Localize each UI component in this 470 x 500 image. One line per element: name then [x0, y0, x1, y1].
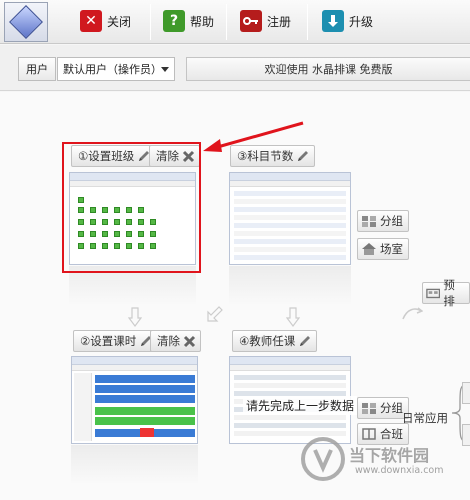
- preview-titlebar: [72, 357, 197, 365]
- group-icon: [362, 216, 376, 227]
- schedule-row: [95, 395, 195, 403]
- register-label: 注册: [267, 14, 292, 29]
- upgrade-button[interactable]: 升级: [322, 8, 373, 34]
- clear-x-icon: [183, 335, 196, 347]
- pencil-icon: [298, 151, 309, 161]
- table-row: [234, 247, 346, 252]
- watermark-url: www.downxia.com: [355, 465, 444, 476]
- toolbar-divider: [150, 4, 151, 40]
- user-label: 用户: [18, 57, 56, 81]
- schedule-row: [95, 407, 195, 415]
- house-icon: [362, 243, 376, 255]
- preview-titlebar: [230, 173, 350, 181]
- table-row: [234, 383, 346, 388]
- down-arrow-icon: [286, 307, 300, 327]
- help-button[interactable]: ? 帮助: [163, 8, 214, 34]
- schedule-row: [95, 417, 195, 425]
- upgrade-label: 升级: [349, 14, 374, 29]
- watermark-logo-icon: [301, 437, 345, 481]
- chevron-down-icon: [161, 67, 169, 72]
- swirl-arrow-icon: [402, 307, 423, 320]
- diagonal-arrow-icon: [207, 306, 223, 322]
- table-row: [234, 199, 346, 204]
- highlight-box: [62, 142, 201, 273]
- close-label: 关闭: [107, 14, 132, 29]
- user-select-value: 默认用户（操作员）: [63, 63, 162, 76]
- room-button[interactable]: 场室: [357, 238, 409, 260]
- table-row: [234, 423, 346, 428]
- group-icon: [362, 403, 376, 414]
- group-label: 分组: [380, 401, 403, 415]
- daily-option-button[interactable]: [462, 424, 470, 446]
- schedule-row: [95, 385, 195, 393]
- crystal-icon: [9, 5, 43, 39]
- set-hours-button[interactable]: ②设置课时: [73, 330, 159, 352]
- table-row: [234, 223, 346, 228]
- table-row: [234, 231, 346, 236]
- down-arrow-icon: [128, 307, 142, 327]
- teacher-assign-label: ④教师任课: [239, 334, 296, 348]
- preview-titlebar: [230, 357, 350, 365]
- daily-option-button[interactable]: [462, 382, 470, 404]
- schedule-cell: [140, 428, 154, 437]
- user-bar: 用户 默认用户（操作员） 欢迎使用 水晶排课 免费版: [0, 45, 470, 91]
- teacher-assign-button[interactable]: ④教师任课: [232, 330, 318, 352]
- clear-label: 清除: [157, 334, 180, 348]
- table-row: [234, 207, 346, 212]
- key-icon: [240, 10, 262, 32]
- welcome-banner: 欢迎使用 水晶排课 免费版: [186, 57, 470, 81]
- prearrange-button[interactable]: 预排: [422, 278, 470, 308]
- schedule-row: [95, 375, 195, 383]
- register-button[interactable]: 注册: [240, 8, 291, 34]
- user-select[interactable]: 默认用户（操作员）: [57, 57, 175, 81]
- close-button[interactable]: ✕ 关闭: [80, 8, 131, 34]
- group-button[interactable]: 分组: [357, 210, 409, 232]
- table-row: [234, 191, 346, 196]
- toolbar-divider: [226, 4, 227, 40]
- subject-hours-preview: [229, 172, 351, 265]
- watermark-title: 当下软件园: [349, 446, 430, 465]
- preview-toolbar: [230, 365, 350, 371]
- room-label: 场室: [380, 242, 403, 256]
- upgrade-icon: [322, 10, 344, 32]
- daily-use-label: 日常应用: [402, 411, 448, 425]
- close-icon: ✕: [80, 10, 102, 32]
- subject-hours-label: ③科目节数: [237, 149, 294, 163]
- complete-previous-step-notice: 请先完成上一步数据: [243, 396, 358, 415]
- table-row: [234, 255, 346, 260]
- app-logo[interactable]: [4, 2, 48, 42]
- preview-toolbar: [72, 365, 197, 371]
- pencil-icon: [300, 336, 311, 346]
- table-row: [234, 215, 346, 220]
- preview-toolbar: [230, 181, 350, 187]
- table-row: [234, 375, 346, 380]
- clear-hours-button[interactable]: 清除: [150, 330, 201, 352]
- preview-reflection: [229, 266, 351, 306]
- preview-reflection: [71, 445, 198, 485]
- set-hours-label: ②设置课时: [80, 334, 137, 348]
- help-icon: ?: [163, 10, 185, 32]
- merge-icon: [362, 428, 376, 440]
- toolbar: ✕ 关闭 ? 帮助 注册 升级: [0, 0, 470, 44]
- subject-hours-button[interactable]: ③科目节数: [230, 145, 316, 167]
- toolbar-divider: [307, 4, 308, 40]
- group-label: 分组: [380, 214, 403, 228]
- merge-label: 合班: [380, 427, 403, 441]
- preview-tree: [74, 373, 92, 441]
- table-row: [234, 239, 346, 244]
- help-label: 帮助: [190, 14, 215, 29]
- prearrange-label: 预排: [443, 278, 455, 308]
- prearrange-icon: [426, 288, 441, 299]
- table-row: [234, 415, 346, 420]
- hours-setup-preview: [71, 356, 198, 444]
